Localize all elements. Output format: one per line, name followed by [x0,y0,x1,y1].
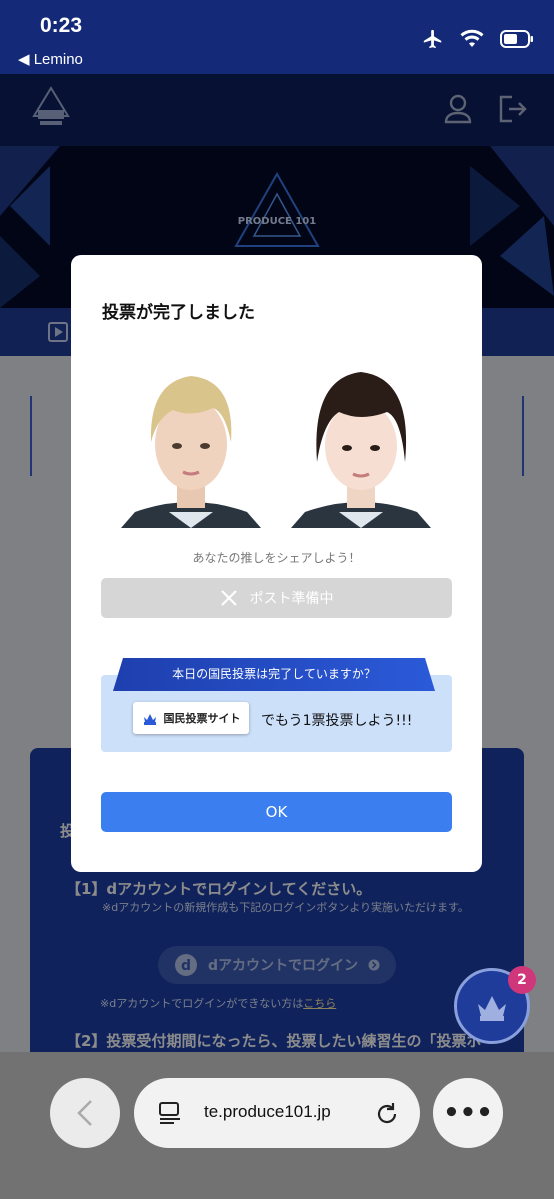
national-vote-site-button[interactable]: 国民投票サイト [133,702,249,734]
vote-question-text: 本日の国民投票は完了していますか？ [172,667,376,681]
airplane-icon [423,29,442,49]
more-options-button[interactable]: ••• [433,1078,503,1148]
crown-vote-icon [478,996,506,1021]
battery-icon [500,30,533,48]
back-to-app-link[interactable]: ◀ Lemino [18,50,83,68]
x-logo-icon [220,590,237,606]
address-bar[interactable]: te.produce101.jp [134,1078,420,1148]
vote-complete-modal: 投票が完了しました あなたの推しをシェアしよう！ ポスト準備中 本日の国民投票は… [71,255,482,872]
status-icons [422,28,534,50]
trainee-photo-2 [291,362,431,528]
chevron-left-icon [77,1100,92,1126]
url-text: te.produce101.jp [204,1102,331,1121]
back-app-label: Lemino [33,51,83,68]
vote-box-icon [143,714,156,725]
status-bar: 0:23 ◀ Lemino [0,0,554,74]
reload-icon[interactable] [374,1101,400,1127]
more-dots-icon: ••• [443,1098,493,1128]
post-to-x-button[interactable]: ポスト準備中 [101,578,452,618]
reader-mode-icon[interactable] [158,1102,182,1124]
trainee-photo-1 [121,362,261,528]
modal-title: 投票が完了しました [102,303,255,323]
floating-badge-count: 2 [508,966,536,994]
post-button-label: ポスト準備中 [249,591,334,607]
share-prompt: あなたの推しをシェアしよう！ [192,551,361,565]
vote-question-ribbon: 本日の国民投票は完了していますか？ [113,658,435,691]
site-button-label: 国民投票サイト [163,712,241,725]
vote-more-text: でもう1票投票しよう!!! [261,713,413,729]
wifi-icon [460,29,484,47]
ok-button[interactable]: OK [101,792,452,832]
status-time: 0:23 [40,14,83,37]
browser-back-button[interactable] [50,1078,120,1148]
